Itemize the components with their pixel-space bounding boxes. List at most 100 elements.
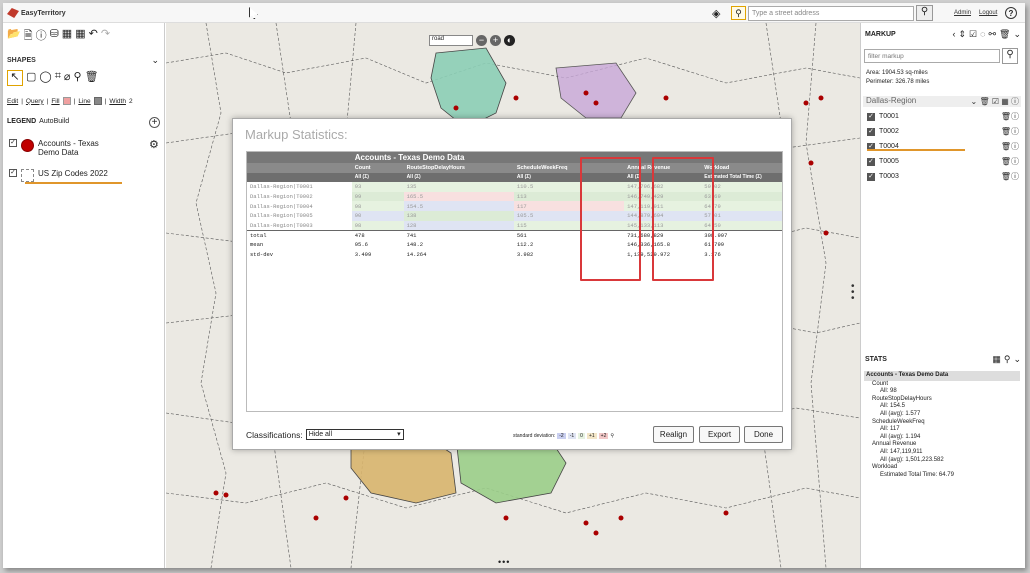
app-logo[interactable]: EasyTerritory — [7, 7, 66, 19]
territory-label[interactable]: T0001 — [879, 113, 899, 120]
gear-icon[interactable]: ⚙ — [149, 138, 159, 151]
zoom-in-icon[interactable]: + — [490, 35, 501, 46]
done-button[interactable]: Done — [744, 426, 783, 443]
collapse-icon[interactable]: ‹ — [952, 29, 955, 40]
panel-resize-handle-right[interactable]: • • • — [851, 282, 855, 304]
rectangle-icon[interactable]: ▢ — [26, 70, 36, 86]
legend-item-label[interactable]: Accounts - Texas Demo Data — [38, 139, 118, 157]
stats-line: All: 117 — [880, 426, 900, 433]
pin-icon[interactable]: ⚲ — [74, 70, 82, 86]
delete-icon[interactable]: 🗑 — [85, 70, 99, 86]
query-link[interactable]: Query — [26, 98, 44, 105]
link-icon[interactable]: ⚯ — [988, 29, 996, 40]
shape-tools: ↖ ▢ ◯ ⌗ ⌀ ⚲ 🗑 — [7, 70, 99, 86]
territory-row[interactable]: ✓ T0005 🗑ⓘ — [867, 156, 1019, 167]
redo-icon[interactable]: ↷ — [101, 27, 110, 46]
realign-button[interactable]: Realign — [653, 426, 694, 443]
region-actions-icon[interactable]: ⌄ 🗑 ☑ ▦ ⓘ — [971, 96, 1019, 107]
std-pin-icon[interactable]: ⚲ — [610, 433, 614, 439]
checkbox[interactable]: ✓ — [9, 139, 17, 147]
trash-info-icon[interactable]: 🗑ⓘ — [1001, 111, 1019, 122]
row-name: Dallas-Region|T0005 — [250, 212, 313, 220]
territory-row[interactable]: ✓ T0001 🗑ⓘ — [867, 111, 1019, 122]
search-icon[interactable]: ⚲ — [1002, 48, 1018, 64]
row-name: Dallas-Region|T0003 — [250, 221, 313, 229]
summary-cell: 95.6 — [354, 241, 368, 249]
classifications-select[interactable]: Hide all — [305, 429, 404, 440]
territory-label[interactable]: T0003 — [879, 173, 899, 180]
left-panel: 📂 🗎 ⓘ ⛁ ▦ ▦ ↶ ↷ SHAPES ⌄ ↖ ▢ ◯ ⌗ ⌀ ⚲ 🗑 E… — [3, 23, 173, 568]
help-icon[interactable]: ? — [1005, 7, 1017, 19]
trash-info-icon[interactable]: 🗑ⓘ — [1001, 141, 1019, 152]
checkbox[interactable]: ✓ — [9, 169, 17, 177]
line-link[interactable]: Line — [78, 98, 90, 105]
zoom-out-icon[interactable]: − — [476, 35, 487, 46]
location-pin-button[interactable]: ⚲ — [731, 6, 746, 20]
std-bucket: 0 — [578, 433, 585, 439]
edit-link[interactable]: Edit — [7, 98, 18, 105]
top-bar: EasyTerritory ◈ ⚲ Type a street address … — [3, 3, 1025, 23]
fill-link[interactable]: Fill — [51, 98, 59, 105]
perimeter-value: Perimeter: 326.78 miles — [866, 79, 930, 85]
hide-icon[interactable]: ◌ — [980, 29, 985, 40]
checkbox[interactable]: ✓ — [867, 112, 875, 121]
table-icon[interactable]: ▦ — [992, 354, 1001, 365]
open-folder-icon[interactable]: 📂 — [7, 27, 21, 46]
fill-swatch[interactable] — [62, 97, 71, 105]
table-cell: 165.5 — [403, 191, 514, 202]
base-layer-select[interactable]: road — [429, 35, 473, 46]
trash-info-icon[interactable]: 🗑ⓘ — [1001, 156, 1019, 167]
admin-link[interactable]: Admin — [954, 10, 971, 16]
trash-info-icon[interactable]: 🗑ⓘ — [1001, 126, 1019, 137]
bottom-panel-handle[interactable]: ••• — [498, 557, 510, 567]
territory-label[interactable]: T0005 — [879, 158, 899, 165]
sort-icon[interactable]: ⇕ — [958, 29, 966, 40]
pin-icon[interactable]: ⚲ — [1004, 354, 1011, 365]
table-settings-icon[interactable]: ▦ — [75, 27, 85, 46]
database-icon[interactable]: ⛁ — [50, 27, 59, 46]
trash-info-icon[interactable]: 🗑ⓘ — [1001, 171, 1019, 182]
add-layer-icon[interactable]: + — [149, 117, 160, 128]
circle-icon[interactable]: ◯ — [39, 70, 51, 86]
autobuild-label[interactable]: AutoBuild — [39, 118, 69, 125]
contrast-icon[interactable]: ◐ — [504, 35, 515, 46]
line-icon[interactable]: ⌀ — [64, 70, 71, 86]
column-subheader[interactable]: All (Σ) — [403, 172, 514, 183]
chevron-down-icon[interactable]: ⌄ — [151, 55, 159, 66]
check-all-icon[interactable]: ☑ — [969, 29, 977, 40]
chevron-down-icon[interactable]: ⌄ — [1013, 354, 1021, 365]
select-pointer-icon[interactable]: ↖ — [7, 70, 23, 86]
app-name: EasyTerritory — [21, 9, 66, 17]
undo-icon[interactable]: ↶ — [89, 27, 98, 46]
column-header[interactable]: Count — [351, 163, 404, 173]
address-search-input[interactable]: Type a street address — [748, 6, 914, 21]
column-subheader[interactable]: All (Σ) — [351, 172, 404, 183]
table-cell: 128 — [403, 220, 514, 231]
filter-markup-input[interactable]: filter markup — [864, 49, 1000, 63]
add-document-icon[interactable]: 🗎 — [24, 27, 33, 46]
checkbox[interactable]: ✓ — [867, 157, 875, 166]
line-swatch[interactable] — [93, 97, 102, 105]
dashed-polygon-symbol — [21, 169, 34, 182]
checkbox[interactable]: ✓ — [867, 172, 875, 181]
dialog-title: Markup Statistics: — [245, 127, 348, 142]
chevron-down-icon[interactable]: ⌄ — [1013, 29, 1021, 40]
table-cell: 90 — [351, 210, 404, 221]
table-icon[interactable]: ▦ — [62, 27, 72, 46]
territory-row[interactable]: ✓ T0002 🗑ⓘ — [867, 126, 1019, 137]
checkbox[interactable]: ✓ — [867, 127, 875, 136]
column-header[interactable]: RouteStopDelayHours — [403, 163, 514, 173]
territory-label[interactable]: T0002 — [879, 128, 899, 135]
export-button[interactable]: Export — [699, 426, 740, 443]
search-button[interactable]: ⚲ — [916, 5, 933, 21]
trash-icon[interactable]: 🗑 — [999, 29, 1010, 40]
markup-header: MARKUP — [865, 31, 896, 38]
legend-item-label[interactable]: US Zip Codes 2022 — [38, 169, 108, 178]
width-link[interactable]: Width — [109, 98, 126, 105]
info-icon[interactable]: ⓘ — [36, 27, 47, 46]
polygon-icon[interactable]: ⌗ — [55, 70, 61, 86]
territory-row[interactable]: ✓ T0003 🗑ⓘ — [867, 171, 1019, 182]
layers-icon[interactable]: ◈ — [712, 7, 720, 20]
region-row[interactable]: Dallas-Region ⌄ 🗑 ☑ ▦ ⓘ — [863, 96, 1021, 107]
logout-link[interactable]: Logout — [979, 10, 997, 16]
